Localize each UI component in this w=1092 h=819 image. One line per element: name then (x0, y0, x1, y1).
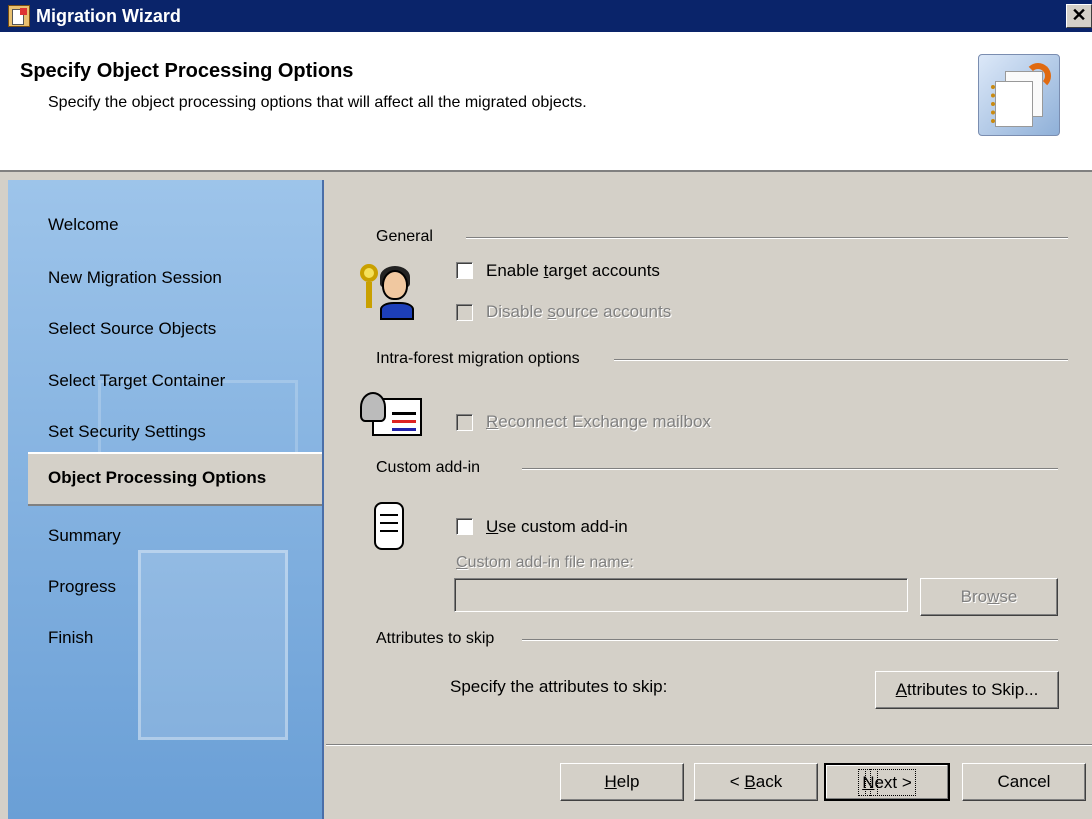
window-title: Migration Wizard (36, 5, 181, 26)
wizard-logo-icon (978, 54, 1060, 136)
enable-target-accounts-label[interactable]: Enable target accounts (486, 261, 660, 281)
custom-addin-file-label: Custom add-in file name: (456, 554, 634, 571)
reconnect-exchange-mailbox-checkbox[interactable] (456, 414, 473, 431)
disable-source-accounts-label: Disable source accounts (486, 302, 672, 321)
back-button[interactable]: < Back (694, 763, 818, 801)
sidebar-item-select-target-container[interactable]: Select Target Container (48, 371, 225, 391)
close-icon: ✕ (1071, 5, 1087, 25)
custom-addin-divider (522, 468, 1058, 470)
use-custom-addin-checkbox[interactable] (456, 518, 473, 535)
custom-addin-section-label: Custom add-in (376, 459, 481, 476)
wizard-steps-sidebar: Welcome New Migration Session Select Sou… (8, 180, 324, 819)
footer-divider (326, 744, 1092, 746)
title-bar: Migration Wizard ✕ (0, 0, 1092, 32)
attributes-divider (522, 639, 1058, 641)
sidebar-item-label: Object Processing Options (48, 468, 267, 487)
sidebar-item-new-migration-session[interactable]: New Migration Session (48, 268, 222, 288)
attributes-to-skip-button[interactable]: Attributes to Skip... (875, 671, 1059, 709)
app-icon (8, 5, 30, 27)
wizard-header: Specify Object Processing Options Specif… (0, 32, 1092, 172)
sidebar-item-welcome[interactable]: Welcome (48, 215, 119, 235)
sidebar-item-progress[interactable]: Progress (48, 577, 116, 597)
close-button[interactable]: ✕ (1066, 4, 1092, 28)
custom-addin-file-input[interactable] (454, 578, 908, 612)
sidebar-item-object-processing-options[interactable]: Object Processing Options (28, 452, 322, 506)
cancel-button[interactable]: Cancel (962, 763, 1086, 801)
exchange-mailbox-icon (360, 392, 426, 438)
general-divider (466, 237, 1068, 239)
attributes-prompt: Specify the attributes to skip: (450, 677, 668, 696)
help-button[interactable]: Help (560, 763, 684, 801)
sidebar-item-select-source-objects[interactable]: Select Source Objects (48, 319, 216, 339)
page-title: Specify Object Processing Options (20, 60, 354, 82)
sidebar-notebook-watermark (138, 550, 288, 740)
scroll-script-icon (368, 498, 412, 554)
user-key-icon (360, 262, 420, 322)
browse-button[interactable]: Browse (920, 578, 1058, 616)
intra-forest-divider (614, 359, 1068, 361)
reconnect-exchange-mailbox-label: Reconnect Exchange mailbox (486, 412, 711, 431)
use-custom-addin-label[interactable]: Use custom add-in (486, 517, 628, 537)
disable-source-accounts-checkbox[interactable] (456, 304, 473, 321)
next-button[interactable]: Next > (824, 763, 950, 801)
sidebar-item-finish[interactable]: Finish (48, 628, 93, 648)
general-section-label: General (376, 228, 433, 245)
attributes-section-label: Attributes to skip (376, 630, 495, 647)
sidebar-item-summary[interactable]: Summary (48, 526, 121, 546)
page-subtitle: Specify the object processing options th… (48, 94, 587, 111)
sidebar-item-set-security-settings[interactable]: Set Security Settings (48, 422, 206, 442)
enable-target-accounts-checkbox[interactable] (456, 262, 473, 279)
intra-forest-section-label: Intra-forest migration options (376, 350, 580, 367)
